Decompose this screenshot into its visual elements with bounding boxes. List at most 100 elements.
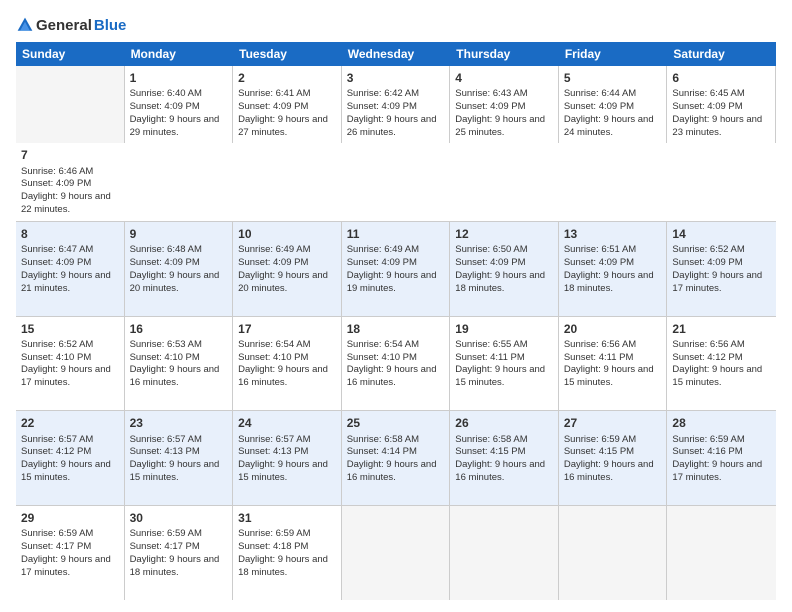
day-number: 7 <box>21 147 120 163</box>
day-number: 30 <box>130 510 228 526</box>
calendar-cell: 27 Sunrise: 6:59 AM Sunset: 4:15 PMDaylig… <box>559 411 668 505</box>
calendar-cell: 14Sunrise: 6:52 AM Sunset: 4:09 PMDaylig… <box>667 222 776 316</box>
sunrise-text: Sunrise: 6:59 AM <box>564 434 636 445</box>
calendar-cell: 2Sunrise: 6:41 AM Sunset: 4:09 PMDayligh… <box>233 66 342 143</box>
sunrise-text: Sunrise: 6:50 AM <box>455 244 527 255</box>
sunrise-text: Sunrise: 6:57 AM <box>238 434 310 445</box>
sunrise-text: Sunrise: 6:56 AM <box>672 339 744 350</box>
daylight-text: Daylight: 9 hours and 17 minutes. <box>21 554 119 580</box>
day-number: 12 <box>455 226 553 242</box>
calendar-body: 1Sunrise: 6:40 AM Sunset: 4:09 PMDayligh… <box>16 66 776 600</box>
sunrise-text: Sunrise: 6:51 AM <box>564 244 636 255</box>
sunset-text: Sunset: 4:10 PM <box>130 352 228 365</box>
calendar-cell: 5Sunrise: 6:44 AM Sunset: 4:09 PMDayligh… <box>559 66 668 143</box>
daylight-text: Daylight: 9 hours and 16 minutes. <box>455 459 553 485</box>
calendar-cell <box>16 66 125 143</box>
logo: GeneralBlue <box>16 16 126 34</box>
daylight-text: Daylight: 9 hours and 16 minutes. <box>238 364 336 390</box>
sunrise-text: Sunrise: 6:59 AM <box>238 528 310 539</box>
daylight-text: Daylight: 9 hours and 16 minutes. <box>347 364 445 390</box>
day-number: 17 <box>238 321 336 337</box>
sunrise-text: Sunrise: 6:59 AM <box>672 434 744 445</box>
daylight-text: Daylight: 9 hours and 20 minutes. <box>238 270 336 296</box>
daylight-text: Daylight: 9 hours and 29 minutes. <box>130 114 228 140</box>
sunrise-text: Sunrise: 6:43 AM <box>455 88 527 99</box>
day-number: 16 <box>130 321 228 337</box>
calendar-cell: 31Sunrise: 6:59 AM Sunset: 4:18 PMDaylig… <box>233 506 342 600</box>
calendar-cell: 24Sunrise: 6:57 AM Sunset: 4:13 PMDaylig… <box>233 411 342 505</box>
day-number: 5 <box>564 70 662 86</box>
calendar-cell: 10Sunrise: 6:49 AM Sunset: 4:09 PMDaylig… <box>233 222 342 316</box>
day-number: 1 <box>130 70 228 86</box>
daylight-text: Daylight: 9 hours and 15 minutes. <box>21 459 119 485</box>
sunrise-text: Sunrise: 6:53 AM <box>130 339 202 350</box>
sunrise-text: Sunrise: 6:57 AM <box>130 434 202 445</box>
sunrise-text: Sunrise: 6:59 AM <box>21 528 93 539</box>
calendar-cell: 26Sunrise: 6:58 AM Sunset: 4:15 PMDaylig… <box>450 411 559 505</box>
daylight-text: Daylight: 9 hours and 17 minutes. <box>21 364 119 390</box>
sunset-text: Sunset: 4:15 PM <box>564 446 662 459</box>
daylight-text: Daylight: 9 hours and 16 minutes. <box>564 459 662 485</box>
sunset-text: Sunset: 4:09 PM <box>455 257 553 270</box>
daylight-text: Daylight: 9 hours and 19 minutes. <box>347 270 445 296</box>
sunrise-text: Sunrise: 6:54 AM <box>238 339 310 350</box>
daylight-text: Daylight: 9 hours and 15 minutes. <box>130 459 228 485</box>
calendar-week: 8Sunrise: 6:47 AM Sunset: 4:09 PMDayligh… <box>16 222 776 317</box>
day-number: 24 <box>238 415 336 431</box>
day-number: 31 <box>238 510 336 526</box>
sunrise-text: Sunrise: 6:58 AM <box>455 434 527 445</box>
day-number: 29 <box>21 510 119 526</box>
daylight-text: Daylight: 9 hours and 16 minutes. <box>130 364 228 390</box>
daylight-text: Daylight: 9 hours and 26 minutes. <box>347 114 445 140</box>
sunset-text: Sunset: 4:09 PM <box>564 257 662 270</box>
daylight-text: Daylight: 9 hours and 25 minutes. <box>455 114 553 140</box>
calendar-cell <box>667 506 776 600</box>
day-number: 25 <box>347 415 445 431</box>
day-number: 14 <box>672 226 771 242</box>
daylight-text: Daylight: 9 hours and 15 minutes. <box>672 364 771 390</box>
day-number: 9 <box>130 226 228 242</box>
page: GeneralBlue SundayMondayTuesdayWednesday… <box>0 0 792 612</box>
calendar-header-day: Friday <box>559 42 668 66</box>
sunset-text: Sunset: 4:14 PM <box>347 446 445 459</box>
daylight-text: Daylight: 9 hours and 27 minutes. <box>238 114 336 140</box>
sunrise-text: Sunrise: 6:58 AM <box>347 434 419 445</box>
sunrise-text: Sunrise: 6:57 AM <box>21 434 93 445</box>
day-number: 8 <box>21 226 119 242</box>
day-number: 19 <box>455 321 553 337</box>
calendar-header-day: Tuesday <box>233 42 342 66</box>
daylight-text: Daylight: 9 hours and 18 minutes. <box>455 270 553 296</box>
day-number: 11 <box>347 226 445 242</box>
calendar-cell: 19Sunrise: 6:55 AM Sunset: 4:11 PMDaylig… <box>450 317 559 411</box>
logo-area: GeneralBlue <box>16 16 126 34</box>
day-number: 22 <box>21 415 119 431</box>
calendar-header-day: Thursday <box>450 42 559 66</box>
calendar-cell: 22Sunrise: 6:57 AM Sunset: 4:12 PMDaylig… <box>16 411 125 505</box>
sunset-text: Sunset: 4:15 PM <box>455 446 553 459</box>
daylight-text: Daylight: 9 hours and 15 minutes. <box>564 364 662 390</box>
sunrise-text: Sunrise: 6:49 AM <box>238 244 310 255</box>
logo-icon <box>16 16 34 34</box>
day-number: 6 <box>672 70 770 86</box>
sunset-text: Sunset: 4:16 PM <box>672 446 771 459</box>
day-number: 27 <box>564 415 662 431</box>
daylight-text: Daylight: 9 hours and 18 minutes. <box>238 554 336 580</box>
sunrise-text: Sunrise: 6:55 AM <box>455 339 527 350</box>
sunrise-text: Sunrise: 6:47 AM <box>21 244 93 255</box>
sunrise-text: Sunrise: 6:45 AM <box>672 88 744 99</box>
calendar-header-day: Saturday <box>667 42 776 66</box>
sunrise-text: Sunrise: 6:59 AM <box>130 528 202 539</box>
daylight-text: Daylight: 9 hours and 22 minutes. <box>21 191 120 217</box>
sunset-text: Sunset: 4:09 PM <box>672 257 771 270</box>
calendar-cell: 1Sunrise: 6:40 AM Sunset: 4:09 PMDayligh… <box>125 66 234 143</box>
day-number: 10 <box>238 226 336 242</box>
day-number: 23 <box>130 415 228 431</box>
calendar-cell: 9Sunrise: 6:48 AM Sunset: 4:09 PMDayligh… <box>125 222 234 316</box>
calendar-cell: 28Sunrise: 6:59 AM Sunset: 4:16 PMDaylig… <box>667 411 776 505</box>
calendar-week: 22Sunrise: 6:57 AM Sunset: 4:12 PMDaylig… <box>16 411 776 506</box>
sunset-text: Sunset: 4:09 PM <box>347 101 445 114</box>
sunset-text: Sunset: 4:09 PM <box>21 257 119 270</box>
sunset-text: Sunset: 4:17 PM <box>130 541 228 554</box>
sunset-text: Sunset: 4:10 PM <box>347 352 445 365</box>
calendar-cell: 8Sunrise: 6:47 AM Sunset: 4:09 PMDayligh… <box>16 222 125 316</box>
